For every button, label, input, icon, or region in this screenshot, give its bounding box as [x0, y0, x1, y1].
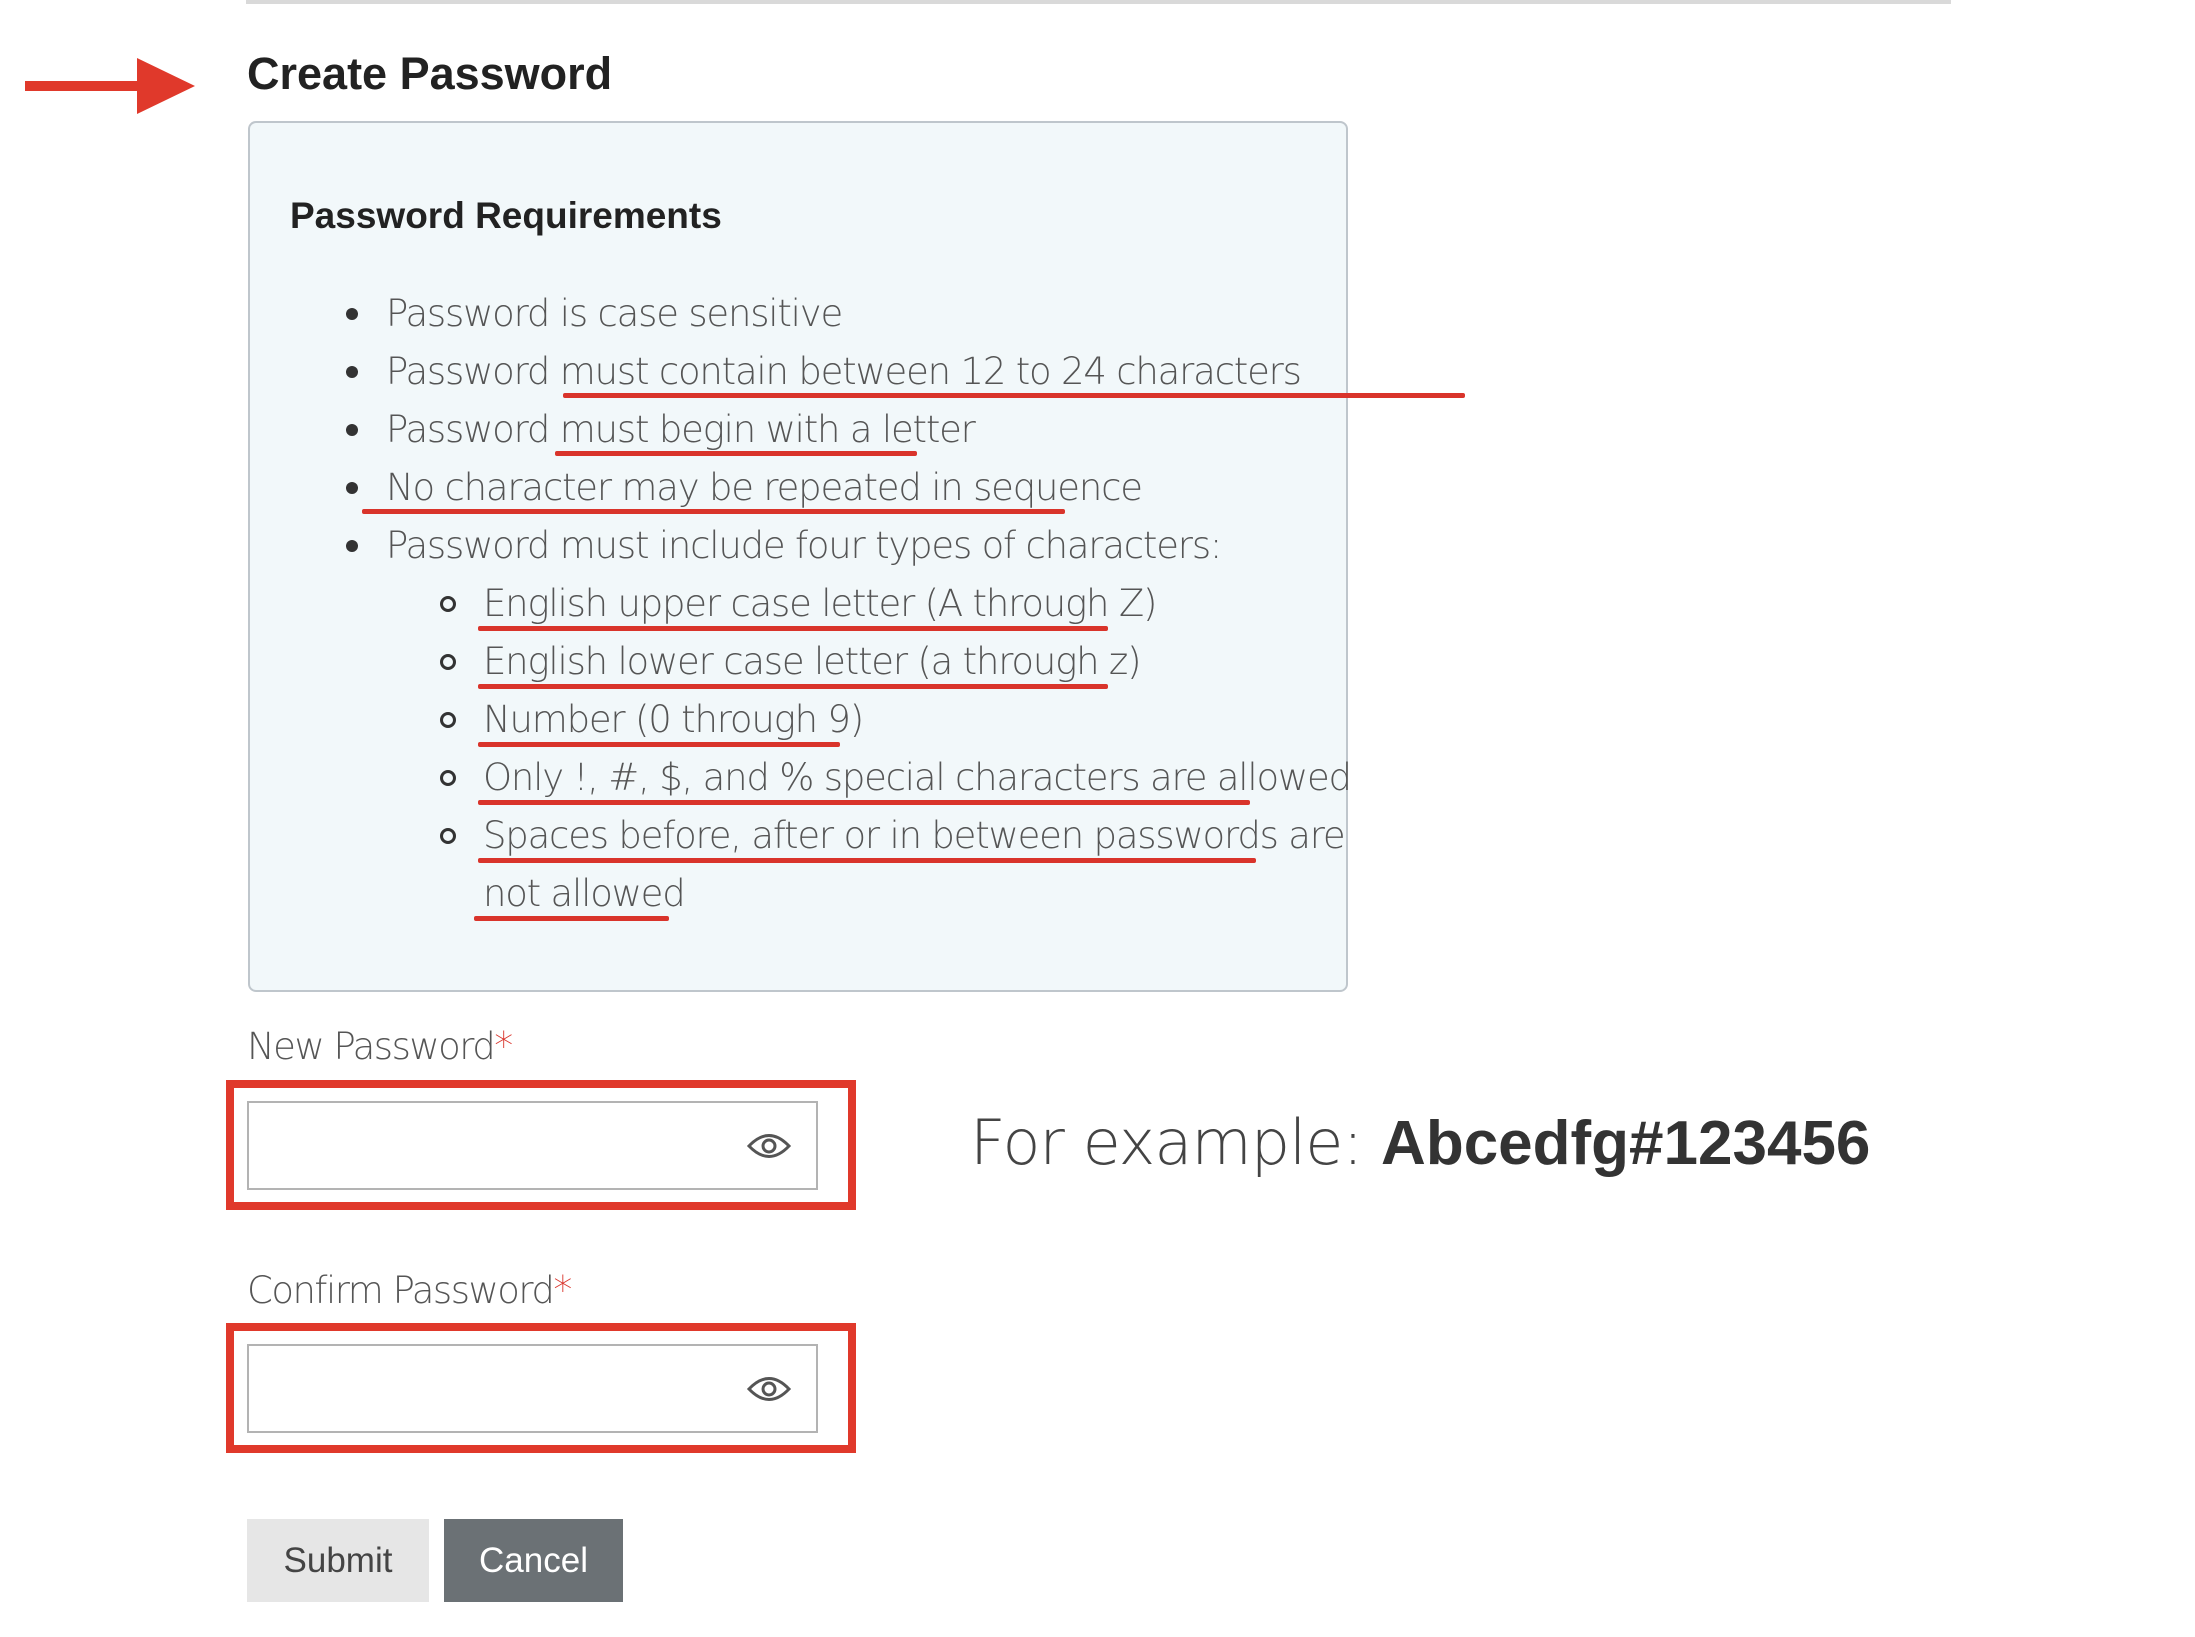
confirm-password-label: Confirm Password* — [247, 1268, 572, 1312]
red-underline-annotation — [555, 451, 917, 456]
requirement-text: Password must contain between 12 to 24 c… — [386, 350, 1302, 393]
red-arrow-annotation — [25, 58, 195, 114]
char-type-item-continued: not allowed — [250, 865, 1346, 923]
password-example: For example: Abcedfg#123456 — [970, 1106, 1871, 1179]
required-asterisk: * — [553, 1268, 572, 1312]
bullet-icon — [346, 540, 358, 552]
example-value: Abcedfg#123456 — [1381, 1109, 1871, 1178]
bullet-icon — [346, 366, 358, 378]
password-requirements-panel: Password Requirements Password is case s… — [248, 121, 1465, 992]
red-underline-annotation — [478, 684, 1108, 689]
eye-icon[interactable] — [747, 1374, 791, 1404]
requirement-item: Password is case sensitive — [250, 285, 1346, 343]
requirements-list: Password is case sensitive Password must… — [250, 123, 1465, 990]
char-type-text: English upper case letter (A through Z) — [483, 582, 1157, 625]
requirement-text: Password must begin with a letter — [386, 408, 976, 451]
bullet-icon — [346, 308, 358, 320]
required-asterisk: * — [494, 1024, 513, 1068]
bullet-icon — [346, 482, 358, 494]
new-password-input[interactable] — [247, 1101, 818, 1190]
red-underline-annotation — [362, 509, 1065, 514]
requirement-item: Password must contain between 12 to 24 c… — [250, 343, 1465, 401]
cancel-button[interactable]: Cancel — [444, 1519, 623, 1602]
circle-bullet-icon — [440, 712, 456, 728]
circle-bullet-icon — [440, 828, 456, 844]
submit-button[interactable]: Submit — [247, 1519, 429, 1602]
red-underline-annotation — [478, 626, 1108, 631]
char-type-item: English upper case letter (A through Z) — [250, 575, 1346, 633]
requirement-item: Password must begin with a letter — [250, 401, 1346, 459]
requirement-text: Password is case sensitive — [386, 292, 843, 335]
char-type-text: Spaces before, after or in between passw… — [483, 814, 1346, 857]
red-underline-annotation — [474, 916, 669, 921]
char-type-item: English lower case letter (a through z) — [250, 633, 1346, 691]
red-underline-annotation — [478, 800, 1250, 805]
new-password-label: New Password* — [247, 1024, 513, 1068]
requirement-item: No character may be repeated in sequence — [250, 459, 1346, 517]
bullet-icon — [346, 424, 358, 436]
red-underline-annotation — [478, 858, 1256, 863]
confirm-password-input[interactable] — [247, 1344, 818, 1433]
char-type-text: Number (0 through 9) — [483, 698, 864, 741]
eye-icon[interactable] — [747, 1131, 791, 1161]
circle-bullet-icon — [440, 654, 456, 670]
char-type-item: Number (0 through 9) — [250, 691, 1346, 749]
circle-bullet-icon — [440, 770, 456, 786]
red-underline-annotation — [563, 393, 1465, 398]
char-type-text: English lower case letter (a through z) — [483, 640, 1142, 683]
top-divider — [246, 0, 1951, 4]
requirement-item: Password must include four types of char… — [250, 517, 1346, 575]
page-title: Create Password — [247, 48, 613, 99]
requirement-text: Password must include four types of char… — [386, 524, 1222, 567]
red-underline-annotation — [478, 742, 840, 747]
char-type-text: Only !, #, $, and % special characters a… — [483, 756, 1352, 799]
char-type-item: Spaces before, after or in between passw… — [250, 807, 1346, 865]
requirement-text: No character may be repeated in sequence — [386, 466, 1143, 509]
circle-bullet-icon — [440, 596, 456, 612]
char-type-text: not allowed — [483, 872, 686, 915]
char-type-item: Only !, #, $, and % special characters a… — [250, 749, 1352, 807]
